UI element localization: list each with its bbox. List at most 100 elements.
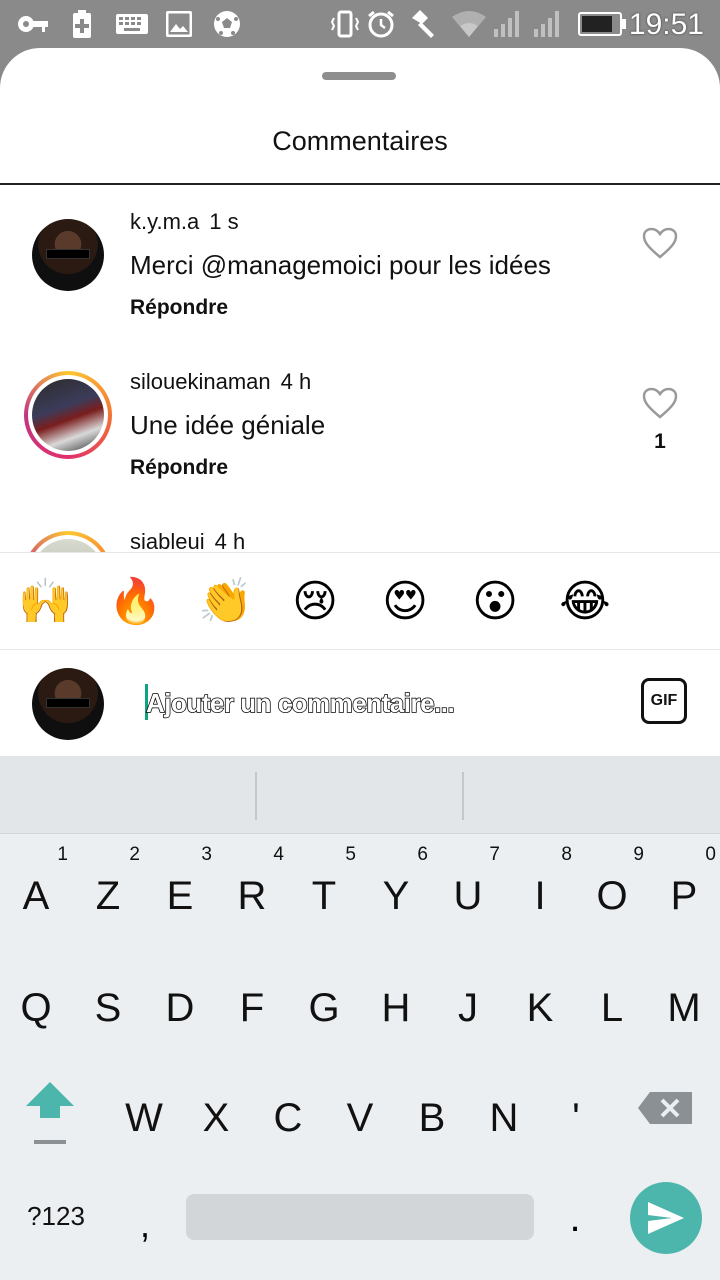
signal-icon-2 <box>534 10 562 38</box>
key-hint: 8 <box>561 844 572 865</box>
key-label: X <box>202 1096 230 1140</box>
vibrate-icon <box>330 10 360 38</box>
send-button[interactable] <box>630 1182 702 1254</box>
flashlight-icon <box>408 10 436 38</box>
shift-key-icon[interactable] <box>20 1078 80 1148</box>
signal-icon <box>494 10 522 38</box>
image-icon <box>166 10 192 38</box>
key-label: L <box>600 986 624 1030</box>
key-hint: 2 <box>129 844 140 865</box>
key-u[interactable]: 7U <box>432 844 504 944</box>
space-key[interactable] <box>186 1194 534 1240</box>
heart-icon[interactable] <box>642 387 678 419</box>
comment-text: Une idée géniale <box>130 410 326 440</box>
keyboard-icon <box>116 10 148 38</box>
key-label: E <box>166 874 194 918</box>
emoji-surprised[interactable]: 😮 <box>468 575 522 629</box>
drag-handle[interactable] <box>322 72 396 80</box>
key-label: I <box>534 874 546 918</box>
divider <box>255 772 257 820</box>
key-d[interactable]: D <box>144 956 216 1056</box>
key-x[interactable]: X <box>180 1066 252 1166</box>
backspace-icon[interactable] <box>636 1088 696 1128</box>
comment-input-row: Ajouter un commentaire... GIF <box>0 650 720 756</box>
key-q[interactable]: Q <box>0 956 72 1056</box>
comment-input[interactable]: Ajouter un commentaire... <box>145 687 455 719</box>
key-hint: 9 <box>633 844 644 865</box>
battery-icon <box>578 10 626 38</box>
avatar <box>32 668 104 740</box>
emoji-fire[interactable]: 🔥 <box>108 575 163 629</box>
symbols-key[interactable]: ?123 <box>12 1201 100 1232</box>
divider <box>462 772 464 820</box>
key-s[interactable]: S <box>72 956 144 1056</box>
key-e[interactable]: 3E <box>144 844 216 944</box>
comment-username[interactable]: k.y.m.a <box>130 209 199 234</box>
comment-username[interactable]: silouekinaman <box>130 369 271 394</box>
key-label: Z <box>95 874 121 918</box>
key-h[interactable]: H <box>360 956 432 1056</box>
key-label: G <box>308 986 340 1030</box>
key-label: ' <box>572 1096 580 1140</box>
reply-button[interactable]: Répondre <box>130 296 228 320</box>
avatar[interactable] <box>24 371 112 459</box>
key-i[interactable]: 8I <box>504 844 576 944</box>
key-label: D <box>165 986 195 1030</box>
key-m[interactable]: M <box>648 956 720 1056</box>
emoji-raised-hands[interactable]: 🙌 <box>18 575 73 629</box>
comma-key[interactable]: , <box>118 1204 172 1246</box>
key-j[interactable]: J <box>432 956 504 1056</box>
avatar[interactable] <box>32 219 104 291</box>
key-label: A <box>22 874 50 918</box>
emoji-clapping[interactable]: 👏 <box>198 575 253 629</box>
divider <box>0 183 720 185</box>
key-label: P <box>670 874 698 918</box>
key-n[interactable]: N <box>468 1066 540 1166</box>
gif-button[interactable]: GIF <box>641 678 687 724</box>
comment-time: 1 s <box>209 209 239 234</box>
comment-item: k.y.m.a 1 s Merci @managemoici pour les i… <box>0 203 720 333</box>
period-key[interactable]: . <box>550 1196 600 1241</box>
key-r[interactable]: 4R <box>216 844 288 944</box>
key-b[interactable]: B <box>396 1066 468 1166</box>
key-label: R <box>237 874 267 918</box>
wifi-icon <box>452 10 486 38</box>
comment-username[interactable]: siableui <box>130 529 205 554</box>
emoji-laughing[interactable]: 😂 <box>558 575 612 629</box>
key-label: Y <box>382 874 410 918</box>
key-label: K <box>526 986 554 1030</box>
key-label: V <box>346 1096 374 1140</box>
key-label: J <box>458 986 478 1030</box>
heart-icon[interactable] <box>642 227 678 259</box>
key-label: H <box>381 986 411 1030</box>
emoji-crying[interactable]: 😢 <box>288 575 342 629</box>
key-hint: 6 <box>417 844 428 865</box>
key-label: O <box>596 874 628 918</box>
key-w[interactable]: W <box>108 1066 180 1166</box>
key-k[interactable]: K <box>504 956 576 1056</box>
send-icon <box>648 1202 684 1234</box>
key-y[interactable]: 6Y <box>360 844 432 944</box>
key-z[interactable]: 2Z <box>72 844 144 944</box>
status-bar: 19:51 <box>0 0 720 48</box>
key-label: N <box>489 1096 519 1140</box>
comment-time: 4 h <box>214 529 246 554</box>
key-apostrophe[interactable]: ' <box>540 1066 612 1166</box>
suggestion-strip <box>0 756 720 834</box>
key-p[interactable]: 0P <box>648 844 720 944</box>
key-g[interactable]: G <box>288 956 360 1056</box>
key-o[interactable]: 9O <box>576 844 648 944</box>
key-c[interactable]: C <box>252 1066 324 1166</box>
key-f[interactable]: F <box>216 956 288 1056</box>
comment-time: 4 h <box>280 369 312 394</box>
emoji-bar: 🙌 🔥 👏 😢 😍 😮 😂 <box>0 552 720 650</box>
key-a[interactable]: 1A <box>0 844 72 944</box>
reply-button[interactable]: Répondre <box>130 456 228 480</box>
key-v[interactable]: V <box>324 1066 396 1166</box>
page-title: Commentaires <box>272 126 448 156</box>
key-l[interactable]: L <box>576 956 648 1056</box>
key-label: S <box>94 986 122 1030</box>
key-t[interactable]: 5T <box>288 844 360 944</box>
alarm-icon <box>366 10 396 38</box>
emoji-heart-eyes[interactable]: 😍 <box>378 575 432 629</box>
